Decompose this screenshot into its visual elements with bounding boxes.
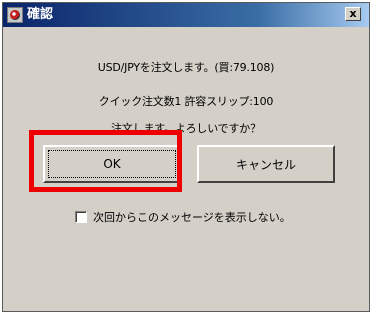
dont-show-again-checkbox[interactable] bbox=[75, 211, 87, 223]
order-message: USD/JPYを注文します。(買:79.108) bbox=[97, 61, 275, 74]
confirm-dialog: 確認 x USD/JPYを注文します。(買:79.108) クイック注文数1 許… bbox=[2, 2, 370, 312]
close-button[interactable]: x bbox=[345, 7, 361, 21]
cancel-button[interactable]: キャンセル bbox=[197, 145, 335, 183]
dialog-title: 確認 bbox=[27, 7, 54, 22]
title-bar[interactable]: 確認 x bbox=[3, 3, 369, 27]
ok-highlight-annotation bbox=[29, 130, 182, 192]
cancel-button-label: キャンセル bbox=[235, 157, 296, 172]
order-details: クイック注文数1 許容スリップ:100 bbox=[98, 95, 274, 108]
dont-show-again-label[interactable]: 次回からこのメッセージを表示しない。 bbox=[93, 209, 291, 225]
app-icon bbox=[7, 7, 23, 23]
dont-show-again-row[interactable]: 次回からこのメッセージを表示しない。 bbox=[75, 209, 291, 225]
